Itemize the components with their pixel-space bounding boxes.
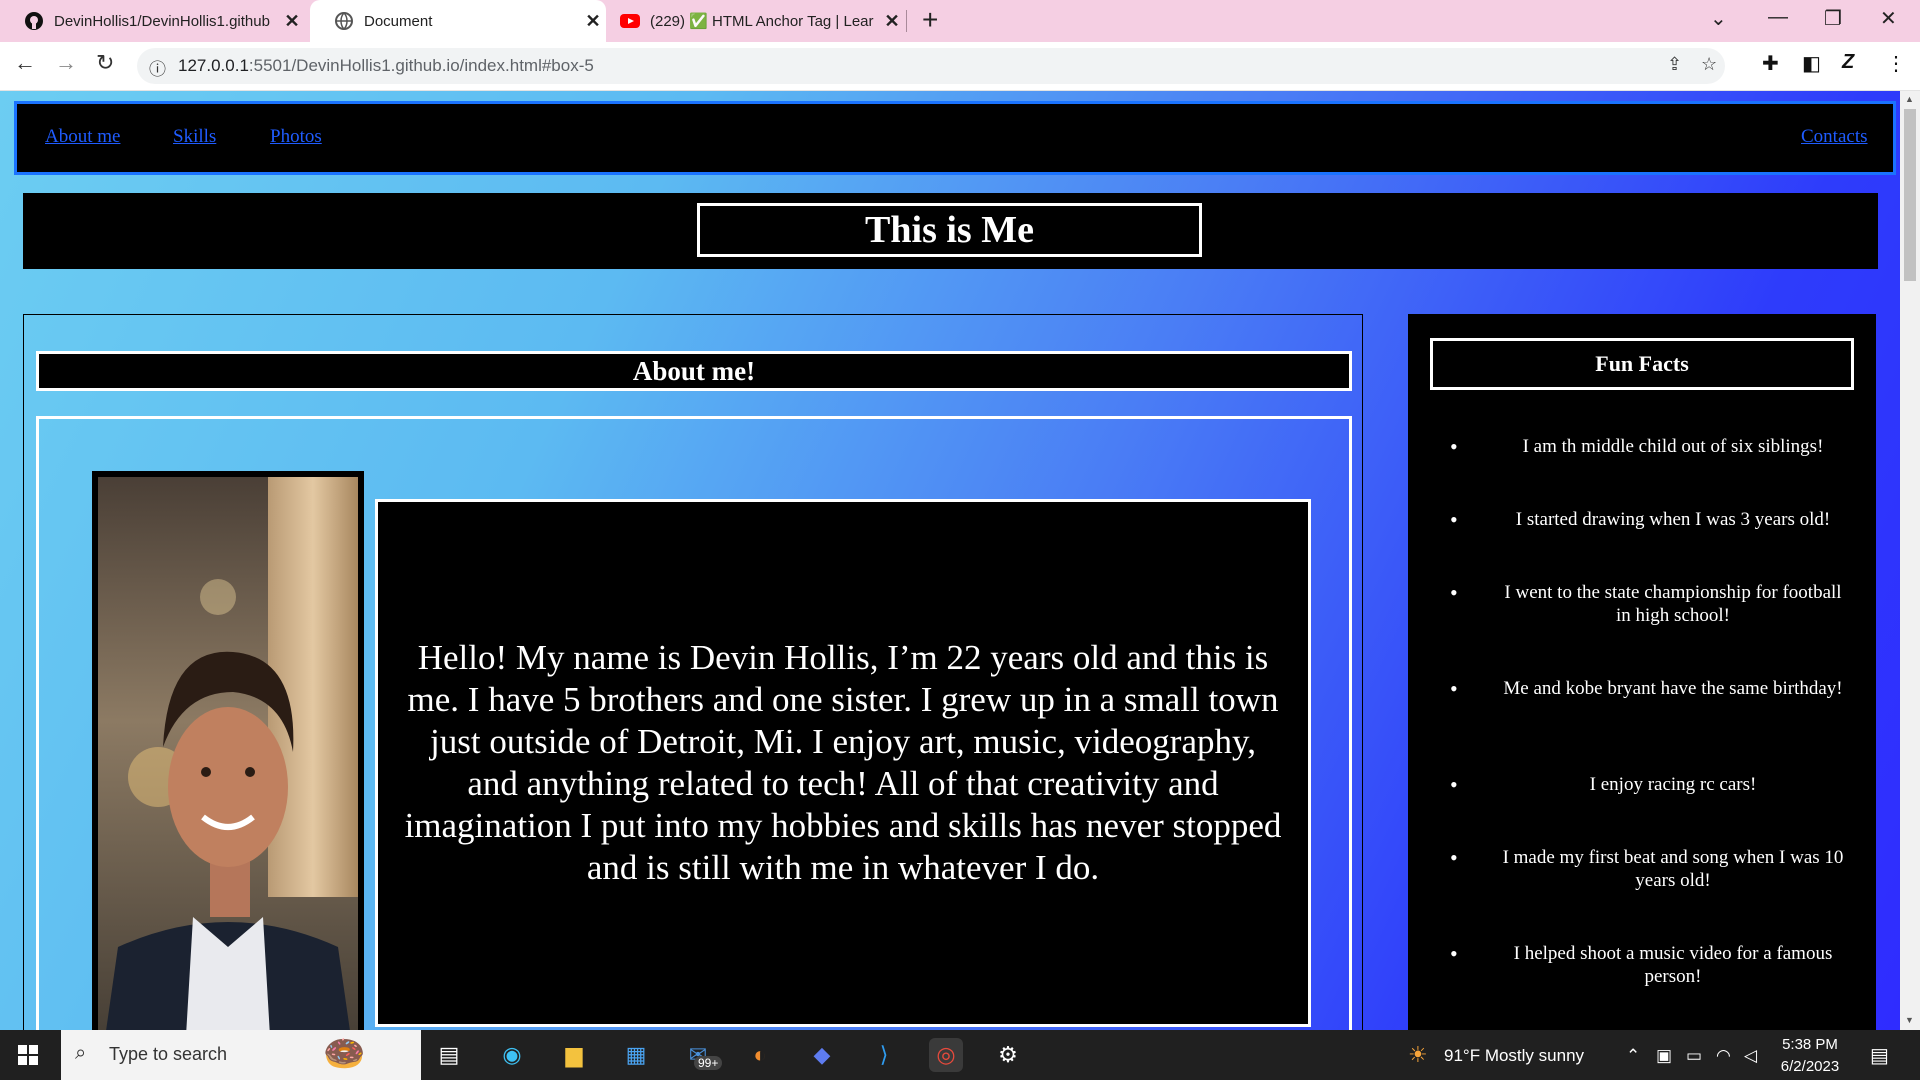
- tab-divider: [906, 10, 907, 32]
- tab-github[interactable]: DevinHollis1/DevinHollis1.github ✕: [0, 0, 305, 42]
- edge-icon[interactable]: ◉: [495, 1038, 529, 1072]
- address-bar[interactable]: ⓘ 127.0.0.1:5501/DevinHollis1.github.io/…: [137, 48, 1725, 84]
- microsoft-store-icon[interactable]: ▦: [619, 1038, 653, 1072]
- site-info-icon[interactable]: ⓘ: [149, 55, 166, 80]
- fl-studio-icon[interactable]: ◐: [743, 1038, 777, 1072]
- restore-icon[interactable]: ❐: [1824, 6, 1842, 31]
- chrome-icon[interactable]: ◎: [929, 1038, 963, 1072]
- page-title: This is Me: [697, 203, 1202, 257]
- close-window-icon[interactable]: ✕: [1880, 6, 1897, 31]
- bing-icon[interactable]: ◆: [805, 1038, 839, 1072]
- scroll-down-icon[interactable]: ▼: [1905, 1015, 1914, 1025]
- bio-box: Hello! My name is Devin Hollis, I’m 22 y…: [375, 499, 1311, 1027]
- search-icon: ⌕: [75, 1042, 87, 1064]
- profile-photo: [92, 471, 364, 1030]
- share-icon[interactable]: ⇪: [1667, 54, 1682, 75]
- extensions-icon[interactable]: ✚: [1762, 51, 1779, 76]
- top-nav: About me Skills Photos Contacts: [14, 101, 1896, 175]
- wifi-icon[interactable]: ◠: [1716, 1046, 1731, 1066]
- tab-title: DevinHollis1/DevinHollis1.github: [54, 12, 270, 30]
- vscode-icon[interactable]: ⟩: [867, 1038, 901, 1072]
- minimize-icon[interactable]: —: [1768, 6, 1788, 29]
- clock-date: 6/2/2023: [1780, 1058, 1840, 1075]
- profile-photo-image: [98, 477, 358, 1030]
- reload-icon[interactable]: ↻: [96, 50, 114, 76]
- page-viewport: About me Skills Photos Contacts This is …: [0, 91, 1900, 1030]
- file-explorer-icon[interactable]: ▆: [557, 1038, 591, 1072]
- scroll-up-icon[interactable]: ▲: [1905, 94, 1914, 104]
- fun-facts-heading: Fun Facts: [1430, 338, 1854, 390]
- clock-time: 5:38 PM: [1782, 1036, 1838, 1053]
- nav-link-photos[interactable]: Photos: [270, 126, 322, 148]
- address-url: 127.0.0.1:5501/DevinHollis1.github.io/in…: [178, 56, 594, 75]
- mail-badge: 99+: [694, 1056, 723, 1070]
- search-placeholder: Type to search: [109, 1044, 228, 1064]
- weather-icon: ☀: [1408, 1042, 1428, 1067]
- zotero-icon[interactable]: Z: [1842, 51, 1854, 74]
- tab-document[interactable]: Document ✕: [310, 0, 606, 42]
- scrollbar-thumb[interactable]: [1904, 109, 1916, 281]
- taskbar-search[interactable]: ⌕ Type to search 🍩: [61, 1030, 421, 1080]
- about-section: About me! Hello! My name is Devin Hollis…: [23, 314, 1363, 1030]
- clock[interactable]: 5:38 PM 6/2/2023: [1770, 1034, 1850, 1078]
- forward-icon[interactable]: →: [55, 50, 77, 76]
- tab-title: (229) ✅ HTML Anchor Tag | Lear: [650, 13, 874, 30]
- tab-strip: DevinHollis1/DevinHollis1.github ✕ Docum…: [0, 0, 1920, 42]
- tab-title: Document: [364, 12, 433, 30]
- about-heading: About me!: [36, 351, 1352, 391]
- fun-facts-panel: Fun Facts • I am th middle child out of s…: [1408, 314, 1876, 1030]
- youtube-icon: [620, 14, 640, 28]
- battery-icon[interactable]: ▭: [1686, 1046, 1702, 1066]
- about-content-box: Hello! My name is Devin Hollis, I’m 22 y…: [36, 416, 1352, 1030]
- close-tab-icon[interactable]: ✕: [279, 11, 305, 32]
- new-tab-button[interactable]: +: [922, 4, 938, 36]
- nav-link-contacts[interactable]: Contacts: [1801, 126, 1868, 148]
- weather-text[interactable]: 91°F Mostly sunny: [1444, 1046, 1584, 1066]
- close-tab-icon[interactable]: ✕: [879, 11, 905, 32]
- bio-text: Hello! My name is Devin Hollis, I’m 22 y…: [404, 638, 1282, 887]
- nav-link-skills[interactable]: Skills: [173, 126, 216, 148]
- side-panel-icon[interactable]: ◧: [1802, 51, 1821, 76]
- windows-taskbar: ⌕ Type to search 🍩 ▤ ◉ ▆ ▦ ✉ 99+ ◐ ◆ ⟩ ◎…: [0, 1030, 1920, 1080]
- settings-gear-icon[interactable]: ⚙: [991, 1038, 1025, 1072]
- tab-search-icon[interactable]: ⌄: [1710, 6, 1727, 31]
- globe-icon: [335, 12, 353, 30]
- task-view-icon[interactable]: ▤: [432, 1038, 466, 1072]
- back-icon[interactable]: ←: [14, 50, 36, 76]
- github-icon: [25, 12, 43, 30]
- menu-kebab-icon[interactable]: ⋮: [1886, 51, 1906, 76]
- nav-link-about-me[interactable]: About me: [45, 126, 120, 148]
- browser-toolbar: ← → ↻ ⓘ 127.0.0.1:5501/DevinHollis1.gith…: [0, 42, 1920, 91]
- donut-search-highlight-icon: 🍩: [323, 1035, 366, 1073]
- volume-icon[interactable]: ◁: [1744, 1046, 1757, 1066]
- meet-icon[interactable]: ▣: [1656, 1046, 1672, 1066]
- bookmark-star-icon[interactable]: ☆: [1701, 54, 1717, 75]
- tab-youtube[interactable]: (229) ✅ HTML Anchor Tag | Lear ✕: [600, 0, 905, 42]
- windows-start-icon[interactable]: [18, 1045, 38, 1065]
- hero-banner: This is Me: [23, 193, 1878, 269]
- page-scrollbar[interactable]: ▲ ▼: [1900, 91, 1920, 1030]
- tray-chevron-icon[interactable]: ⌃: [1626, 1046, 1640, 1066]
- notifications-icon[interactable]: ▤: [1870, 1043, 1889, 1068]
